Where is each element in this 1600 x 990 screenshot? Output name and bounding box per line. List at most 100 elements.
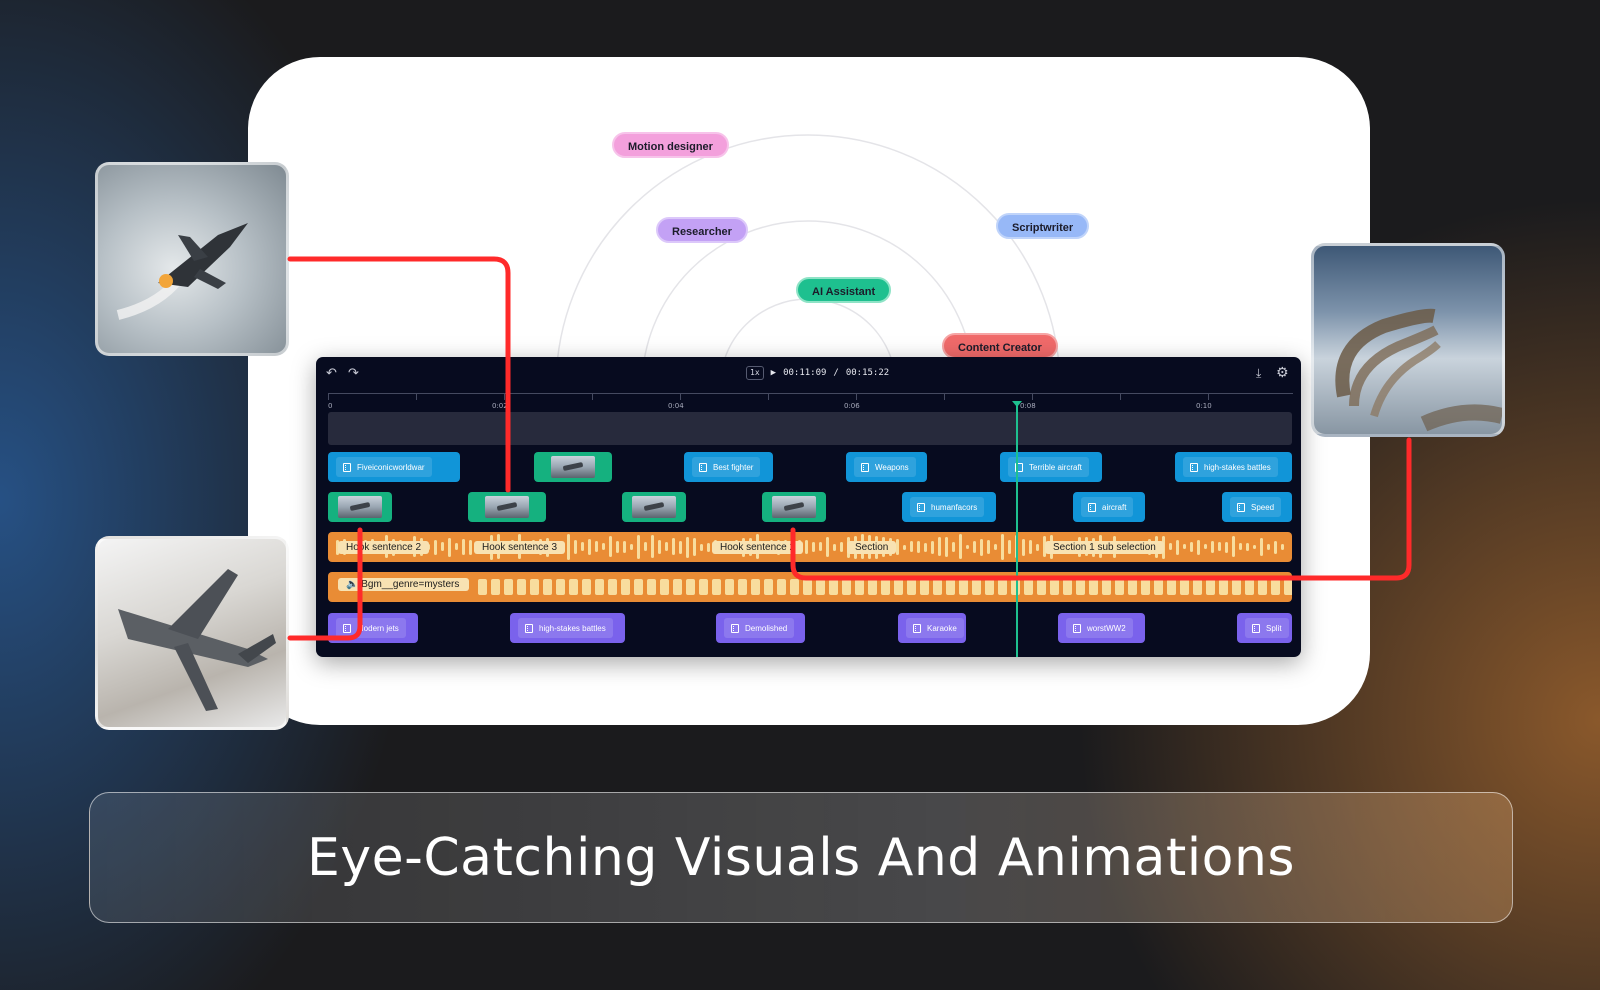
ruler-label: 0:04	[668, 402, 684, 410]
segment-label: Section 1 sub selection	[1045, 540, 1164, 554]
film-icon	[525, 623, 533, 633]
role-researcher[interactable]: Researcher	[656, 217, 748, 243]
image-clip[interactable]	[328, 492, 392, 522]
waveform-bar	[1029, 540, 1032, 554]
photo-aerobatic-team	[1311, 243, 1505, 437]
clip-label: Modern jets	[357, 623, 399, 633]
waveform-bar	[1246, 543, 1249, 551]
download-icon[interactable]: ⤓	[1256, 366, 1261, 380]
text-clip[interactable]: Split	[1237, 613, 1292, 643]
voice-track[interactable]: Hook sentence 2 Hook sentence 3 Hook sen…	[328, 532, 1292, 562]
image-clip[interactable]	[468, 492, 546, 522]
waveform-bar	[1232, 579, 1241, 595]
waveform-bar	[673, 579, 682, 595]
play-icon[interactable]: ▶	[771, 368, 776, 378]
waveform-bar	[504, 579, 513, 595]
waveform-bar	[469, 540, 472, 555]
film-icon	[1252, 623, 1260, 633]
waveform-bar	[1022, 539, 1025, 556]
role-content-creator[interactable]: Content Creator	[942, 333, 1058, 359]
film-icon	[731, 623, 739, 633]
waveform-bar	[1253, 545, 1256, 549]
video-clip[interactable]: Speed	[1222, 492, 1292, 522]
waveform-bar	[1274, 541, 1277, 554]
playhead-handle[interactable]	[1012, 401, 1022, 407]
waveform-bar	[910, 541, 913, 552]
ruler-label: 0:06	[844, 402, 860, 410]
waveform-bar	[602, 543, 605, 550]
waveform-bar	[738, 579, 747, 595]
waveform-bar	[751, 579, 760, 595]
waveform-bar	[1260, 538, 1263, 556]
role-scriptwriter[interactable]: Scriptwriter	[996, 213, 1090, 239]
video-clip[interactable]: high-stakes battles	[1175, 452, 1292, 482]
playback-controls: 1x ▶ 00:11:09 / 00:15:22	[746, 365, 889, 381]
waveform-bar	[581, 542, 584, 551]
waveform-bar	[707, 543, 710, 552]
speed-selector[interactable]: 1x	[746, 366, 764, 380]
waveform-bar	[517, 579, 526, 595]
clip-label: Demolished	[745, 623, 788, 633]
waveform-bar	[595, 579, 604, 595]
text-clip[interactable]: Demolished	[716, 613, 805, 643]
waveform-bar	[842, 579, 851, 595]
text-clip[interactable]: high-stakes battles	[510, 613, 625, 643]
waveform-bar	[712, 579, 721, 595]
text-clip[interactable]: Modern jets	[328, 613, 418, 643]
clip-thumbnail	[485, 496, 529, 518]
waveform-bar	[1267, 544, 1270, 550]
waveform-bar	[833, 544, 836, 551]
image-clip[interactable]	[534, 452, 612, 482]
waveform-bar	[959, 534, 962, 559]
bgm-label: 🔈 Bgm__genre=mysters	[338, 578, 470, 591]
waveform-bar	[660, 579, 669, 595]
waveform-bar	[920, 579, 929, 595]
text-clip[interactable]: worstWW2	[1058, 613, 1145, 643]
video-clip[interactable]: humanfacors	[902, 492, 996, 522]
film-icon	[913, 623, 921, 633]
jet-illustration	[118, 569, 276, 711]
waveform-bar	[1204, 544, 1207, 549]
waveform-bar	[700, 544, 703, 551]
video-clip[interactable]: aircraft	[1073, 492, 1145, 522]
empty-track[interactable]	[328, 412, 1292, 445]
playhead[interactable]	[1012, 401, 1022, 657]
film-icon	[1073, 623, 1081, 633]
clip-label: high-stakes battles	[539, 623, 606, 633]
waveform-bar	[1128, 579, 1137, 595]
waveform-bar	[634, 579, 643, 595]
waveform-bar	[556, 579, 565, 595]
role-ai-assistant[interactable]: AI Assistant	[796, 277, 892, 303]
waveform-bar	[994, 544, 997, 550]
film-icon	[343, 623, 351, 633]
voice-segment[interactable]: Section	[837, 532, 1035, 562]
voice-segment[interactable]: Hook sentence 2	[702, 532, 837, 562]
time-ruler[interactable]: 0 0:02 0:04 0:06 0:08 0:10	[328, 393, 1293, 410]
segment-label: Section	[847, 540, 897, 554]
image-clip[interactable]	[622, 492, 686, 522]
video-clip[interactable]: Weapons	[846, 452, 927, 482]
gear-icon[interactable]: ⚙	[1276, 365, 1289, 379]
text-track: Modern jets high-stakes battles Demolish…	[328, 613, 1292, 643]
waveform-bar	[1176, 540, 1179, 555]
role-motion-designer[interactable]: Motion designer	[612, 132, 729, 158]
waveform-bar	[812, 542, 815, 552]
waveform-bar	[1193, 579, 1202, 595]
text-clip[interactable]: Karaoke	[898, 613, 966, 643]
video-clip[interactable]: Fiveiconicworldwar	[328, 452, 460, 482]
film-icon	[343, 462, 351, 472]
clip-label: aircraft	[1102, 502, 1127, 512]
waveform-bar	[907, 579, 916, 595]
redo-icon[interactable]: ↷	[348, 366, 359, 380]
undo-icon[interactable]: ↶	[326, 366, 337, 380]
waveform-bar	[651, 535, 654, 558]
waveform-bar	[952, 542, 955, 552]
bgm-track[interactable]: 🔈 Bgm__genre=mysters	[328, 572, 1292, 602]
image-clip[interactable]	[762, 492, 826, 522]
video-clip[interactable]: Best fighter	[684, 452, 773, 482]
waveform-bar	[840, 542, 843, 552]
total-time: 00:15:22	[845, 368, 890, 378]
waveform-bar	[647, 579, 656, 595]
waveform-bar	[608, 579, 617, 595]
waveform-bar	[764, 579, 773, 595]
